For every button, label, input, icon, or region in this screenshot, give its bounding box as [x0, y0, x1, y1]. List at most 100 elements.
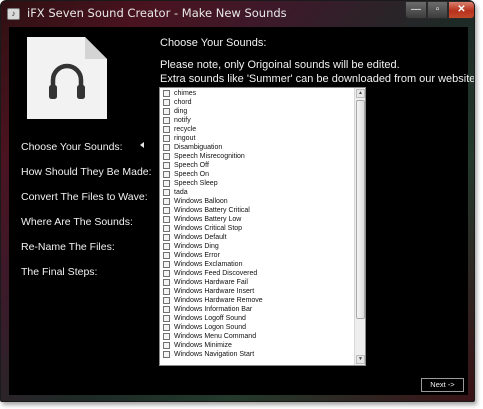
sound-label: Windows Default	[174, 234, 227, 241]
sound-checkbox[interactable]	[163, 279, 170, 286]
sound-checkbox[interactable]	[163, 252, 170, 259]
sound-checkbox[interactable]	[163, 207, 170, 214]
app-window: ♪ iFX Seven Sound Creator - Make New Sou…	[0, 0, 475, 402]
sound-list-item[interactable]: Windows Balloon	[160, 197, 352, 206]
sound-list-item[interactable]: Windows Navigation Start	[160, 350, 352, 359]
sound-checkbox[interactable]	[163, 90, 170, 97]
sound-list-item[interactable]: Windows Battery Low	[160, 215, 352, 224]
sound-label: Windows Hardware Remove	[174, 297, 263, 304]
sound-label: chord	[174, 99, 192, 106]
sound-checkbox[interactable]	[163, 225, 170, 232]
sound-list-item[interactable]: ding	[160, 107, 352, 116]
sound-checkbox[interactable]	[163, 189, 170, 196]
sound-list-item[interactable]: Windows Logoff Sound	[160, 314, 352, 323]
title-bar[interactable]: ♪ iFX Seven Sound Creator - Make New Sou…	[1, 1, 474, 27]
sound-checkbox[interactable]	[163, 261, 170, 268]
sound-list-item[interactable]: Windows Feed Discovered	[160, 269, 352, 278]
step-where-sounds[interactable]: Where Are The Sounds:	[21, 215, 156, 240]
sound-list-item[interactable]: Windows Hardware Insert	[160, 287, 352, 296]
sound-label: Disambiguation	[174, 144, 223, 151]
sound-list-item[interactable]: Windows Exclamation	[160, 260, 352, 269]
sound-label: tada	[174, 189, 188, 196]
sound-list-item[interactable]: Windows Hardware Remove	[160, 296, 352, 305]
step-label: Convert The Files to Wave:	[21, 191, 148, 203]
step-choose-sounds[interactable]: Choose Your Sounds:	[21, 140, 156, 165]
sound-list-item[interactable]: Speech Off	[160, 161, 352, 170]
step-convert-wave[interactable]: Convert The Files to Wave:	[21, 190, 156, 215]
page-heading: Choose Your Sounds:	[160, 37, 267, 49]
sound-checkbox[interactable]	[163, 117, 170, 124]
sound-label: Windows Balloon	[174, 198, 228, 205]
sound-checkbox[interactable]	[163, 144, 170, 151]
sound-list-item[interactable]: chimes	[160, 89, 352, 98]
sound-list-item[interactable]: chord	[160, 98, 352, 107]
maximize-button[interactable]: ▫	[427, 1, 448, 19]
sound-label: recycle	[174, 126, 197, 133]
sound-list-item[interactable]: Windows Ding	[160, 242, 352, 251]
step-label: Choose Your Sounds:	[21, 141, 123, 153]
sound-checkbox[interactable]	[163, 306, 170, 313]
sound-list-item[interactable]: recycle	[160, 125, 352, 134]
sound-checkbox[interactable]	[163, 108, 170, 115]
sound-checkbox[interactable]	[163, 180, 170, 187]
step-how-made[interactable]: How Should They Be Made:	[21, 165, 156, 190]
sound-list-item[interactable]: Windows Minimize	[160, 341, 352, 350]
close-button[interactable]: ✕	[448, 1, 474, 19]
sound-list-item[interactable]: tada	[160, 188, 352, 197]
sound-checkbox[interactable]	[163, 315, 170, 322]
sound-list-item[interactable]: Windows Logon Sound	[160, 323, 352, 332]
sound-checkbox[interactable]	[163, 135, 170, 142]
sound-list-item[interactable]: Disambiguation	[160, 143, 352, 152]
step-rename-files[interactable]: Re-Name The Files:	[21, 240, 156, 265]
sound-list-item[interactable]: Windows Error	[160, 251, 352, 260]
sound-checkbox[interactable]	[163, 243, 170, 250]
sound-checkbox[interactable]	[163, 216, 170, 223]
sounds-checklist[interactable]: chimes chord ding notify recycle ringout Disam…	[159, 87, 366, 366]
sound-list-item[interactable]: notify	[160, 116, 352, 125]
step-label: How Should They Be Made:	[21, 166, 152, 178]
sound-checkbox[interactable]	[163, 270, 170, 277]
app-logo	[23, 35, 109, 121]
sound-list-item[interactable]: ringout	[160, 134, 352, 143]
sound-checkbox[interactable]	[163, 162, 170, 169]
next-button[interactable]: Next ->	[421, 378, 464, 392]
sound-label: chimes	[174, 90, 197, 97]
sound-checkbox[interactable]	[163, 351, 170, 358]
headphones-icon	[27, 37, 107, 119]
sound-list-item[interactable]: Windows Information Bar	[160, 305, 352, 314]
sound-list-item[interactable]: Speech Sleep	[160, 179, 352, 188]
sound-checkbox[interactable]	[163, 126, 170, 133]
sound-checkbox[interactable]	[163, 324, 170, 331]
scroll-up-icon[interactable]: ▲	[356, 89, 365, 98]
sound-checkbox[interactable]	[163, 288, 170, 295]
scroll-thumb[interactable]	[356, 100, 365, 319]
sound-list-item[interactable]: Windows Critical Stop	[160, 224, 352, 233]
sound-label: Windows Error	[174, 252, 220, 259]
sound-label: Windows Logon Sound	[174, 324, 246, 331]
sound-list-item[interactable]: Windows Menu Command	[160, 332, 352, 341]
list-scrollbar[interactable]: ▲ ▼	[354, 88, 365, 365]
sound-list-item[interactable]: Windows Battery Critical	[160, 206, 352, 215]
sound-list-item[interactable]: Windows Default	[160, 233, 352, 242]
sound-label: Windows Exclamation	[174, 261, 243, 268]
sound-checkbox[interactable]	[163, 342, 170, 349]
step-final[interactable]: The Final Steps:	[21, 265, 156, 290]
sound-checkbox[interactable]	[163, 234, 170, 241]
sound-checkbox[interactable]	[163, 171, 170, 178]
sound-label: Windows Feed Discovered	[174, 270, 258, 277]
sound-label: Windows Minimize	[174, 342, 232, 349]
note-text-extra: Extra sounds like 'Summer' can be downlo…	[160, 73, 475, 85]
sound-label: Speech Off	[174, 162, 209, 169]
sound-checkbox[interactable]	[163, 333, 170, 340]
sound-checkbox[interactable]	[163, 99, 170, 106]
sound-label: ringout	[174, 135, 196, 142]
sound-checkbox[interactable]	[163, 198, 170, 205]
sound-checkbox[interactable]	[163, 297, 170, 304]
minimize-button[interactable]: —	[405, 1, 427, 19]
sound-label: Speech Sleep	[174, 180, 218, 187]
scroll-down-icon[interactable]: ▼	[356, 355, 365, 364]
sound-checkbox[interactable]	[163, 153, 170, 160]
sound-list-item[interactable]: Speech On	[160, 170, 352, 179]
sound-list-item[interactable]: Speech Misrecognition	[160, 152, 352, 161]
sound-list-item[interactable]: Windows Hardware Fail	[160, 278, 352, 287]
